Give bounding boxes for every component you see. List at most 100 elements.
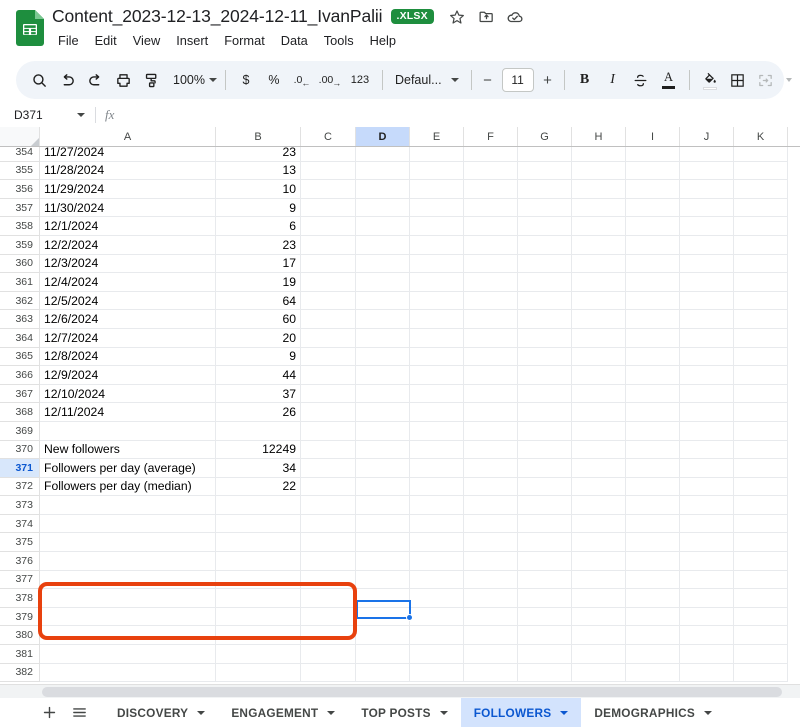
cell-B377[interactable] <box>216 570 301 590</box>
cell-B368[interactable]: 26 <box>216 403 301 422</box>
cell-H356[interactable] <box>572 180 626 199</box>
cell-G376[interactable] <box>518 552 572 571</box>
redo-icon[interactable] <box>81 66 109 94</box>
row-header-366[interactable]: 366 <box>0 366 40 385</box>
cell-G373[interactable] <box>518 496 572 515</box>
cell-K365[interactable] <box>734 347 788 367</box>
cell-A379[interactable] <box>40 607 216 627</box>
cell-B374[interactable] <box>216 514 301 534</box>
cell-D355[interactable] <box>356 161 410 181</box>
cell-G366[interactable] <box>518 366 572 385</box>
cell-F376[interactable] <box>464 552 518 571</box>
cell-G368[interactable] <box>518 403 572 422</box>
cell-I373[interactable] <box>626 496 680 515</box>
cell-F373[interactable] <box>464 496 518 515</box>
cell-D360[interactable] <box>356 254 410 274</box>
cell-J381[interactable] <box>680 645 734 664</box>
cell-H379[interactable] <box>572 607 626 627</box>
cell-G355[interactable] <box>518 161 572 181</box>
italic-button[interactable]: I <box>599 66 627 94</box>
name-box[interactable]: D371 <box>0 108 95 122</box>
cell-K360[interactable] <box>734 254 788 274</box>
table-row[interactable]: 378 <box>0 589 788 608</box>
cell-K368[interactable] <box>734 403 788 422</box>
cell-C363[interactable] <box>301 310 356 329</box>
cell-A366[interactable]: 12/9/2024 <box>40 366 216 385</box>
cell-I359[interactable] <box>626 235 680 255</box>
cell-F357[interactable] <box>464 198 518 218</box>
cell-F372[interactable] <box>464 477 518 497</box>
column-header-f[interactable]: F <box>464 127 518 146</box>
cell-E359[interactable] <box>410 235 464 255</box>
cell-G379[interactable] <box>518 607 572 627</box>
cell-F382[interactable] <box>464 663 518 683</box>
menu-insert[interactable]: Insert <box>168 31 216 50</box>
cell-D366[interactable] <box>356 366 410 385</box>
cell-J363[interactable] <box>680 310 734 329</box>
column-header-c[interactable]: C <box>301 127 356 146</box>
font-size-input[interactable]: 11 <box>501 68 534 92</box>
cell-F379[interactable] <box>464 607 518 627</box>
cell-J359[interactable] <box>680 235 734 255</box>
cell-K356[interactable] <box>734 180 788 199</box>
currency-format-button[interactable]: $ <box>232 66 260 94</box>
cell-D364[interactable] <box>356 328 410 348</box>
cell-J379[interactable] <box>680 607 734 627</box>
cell-G358[interactable] <box>518 217 572 236</box>
cell-F365[interactable] <box>464 347 518 367</box>
cell-B376[interactable] <box>216 552 301 571</box>
cell-B359[interactable]: 23 <box>216 235 301 255</box>
cell-E355[interactable] <box>410 161 464 181</box>
table-row[interactable]: 382 <box>0 663 788 683</box>
cell-B370[interactable]: 12249 <box>216 440 301 460</box>
cell-A355[interactable]: 11/28/2024 <box>40 161 216 181</box>
cell-D361[interactable] <box>356 273 410 292</box>
cell-D380[interactable] <box>356 626 410 646</box>
cell-D379[interactable] <box>356 607 410 627</box>
cell-H366[interactable] <box>572 366 626 385</box>
plus-icon[interactable] <box>34 699 64 727</box>
menu-file[interactable]: File <box>52 31 87 50</box>
cell-F359[interactable] <box>464 235 518 255</box>
cell-C368[interactable] <box>301 403 356 422</box>
cell-E375[interactable] <box>410 533 464 553</box>
table-row[interactable]: 373 <box>0 496 788 515</box>
cell-G357[interactable] <box>518 198 572 218</box>
move-to-folder-icon[interactable] <box>477 7 496 26</box>
row-header-382[interactable]: 382 <box>0 663 40 683</box>
cell-C377[interactable] <box>301 570 356 590</box>
cell-I360[interactable] <box>626 254 680 274</box>
cell-A381[interactable] <box>40 645 216 664</box>
menu-tools[interactable]: Tools <box>316 31 362 50</box>
cell-G356[interactable] <box>518 180 572 199</box>
cell-C361[interactable] <box>301 273 356 292</box>
row-header-367[interactable]: 367 <box>0 384 40 404</box>
cell-G364[interactable] <box>518 328 572 348</box>
cell-A367[interactable]: 12/10/2024 <box>40 384 216 404</box>
cell-D375[interactable] <box>356 533 410 553</box>
cell-A354[interactable]: 11/27/2024 <box>40 147 216 162</box>
cell-J354[interactable] <box>680 147 734 162</box>
cell-J376[interactable] <box>680 552 734 571</box>
cell-J366[interactable] <box>680 366 734 385</box>
cell-D359[interactable] <box>356 235 410 255</box>
row-header-373[interactable]: 373 <box>0 496 40 515</box>
cell-D357[interactable] <box>356 198 410 218</box>
cell-E365[interactable] <box>410 347 464 367</box>
decrease-decimal-button[interactable]: .0 ← <box>288 66 316 94</box>
cell-F366[interactable] <box>464 366 518 385</box>
decrease-font-size-button[interactable]: − <box>478 70 498 90</box>
cell-A380[interactable] <box>40 626 216 646</box>
cell-H358[interactable] <box>572 217 626 236</box>
cell-A356[interactable]: 11/29/2024 <box>40 180 216 199</box>
sheet-tab-top-posts[interactable]: TOP POSTS <box>348 698 460 727</box>
cell-D372[interactable] <box>356 477 410 497</box>
cell-E376[interactable] <box>410 552 464 571</box>
cell-B365[interactable]: 9 <box>216 347 301 367</box>
cell-I376[interactable] <box>626 552 680 571</box>
cell-B382[interactable] <box>216 663 301 683</box>
cell-B371[interactable]: 34 <box>216 459 301 478</box>
cell-F375[interactable] <box>464 533 518 553</box>
cell-J382[interactable] <box>680 663 734 683</box>
row-header-365[interactable]: 365 <box>0 347 40 367</box>
